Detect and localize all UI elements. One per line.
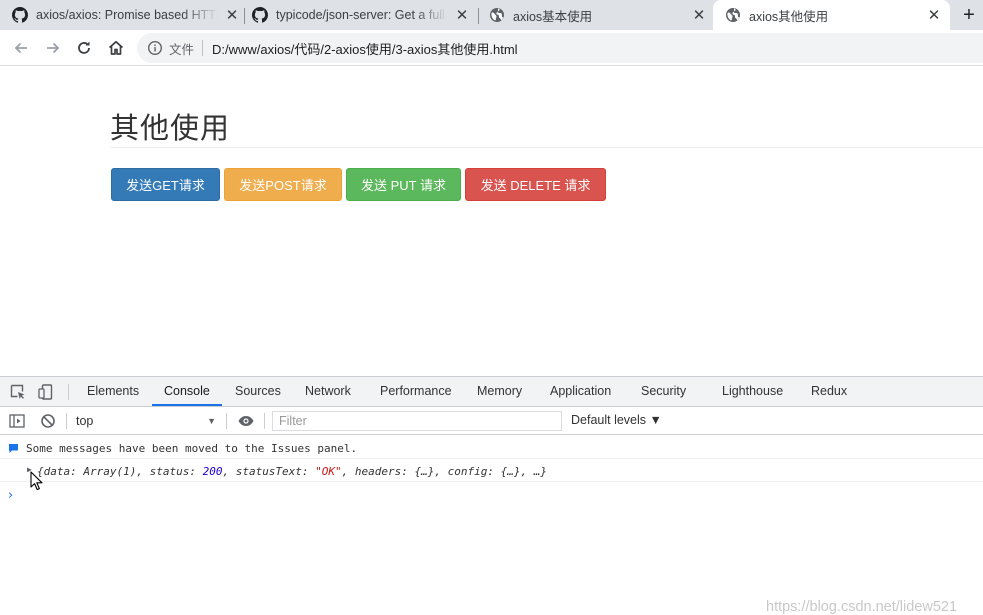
info-message-icon [9, 444, 18, 453]
tab-title: typicode/json-server: Get a full fake RE… [276, 8, 448, 22]
console-filter-input[interactable]: Filter [272, 411, 562, 431]
object-preview-suffix: , headers: {…}, config: {…}, …} [341, 465, 547, 478]
object-preview-middle: , statusText: [222, 465, 316, 478]
toolbar-divider [264, 413, 265, 429]
devtools-panel: Elements Console Sources Network Perform… [0, 376, 983, 615]
inspect-element-icon[interactable] [9, 383, 27, 401]
toolbar-divider [68, 384, 69, 400]
active-tab-indicator [152, 404, 222, 406]
info-icon [147, 40, 163, 56]
console-output: Some messages have been moved to the Iss… [0, 436, 983, 615]
devtools-tab-bar: Elements Console Sources Network Perform… [0, 377, 983, 407]
clear-console-icon[interactable] [39, 412, 57, 430]
live-expression-eye-icon[interactable] [237, 412, 255, 430]
devtools-tab-lighthouse[interactable]: Lighthouse [722, 377, 783, 406]
tab-title: axios其他使用 [749, 9, 829, 24]
send-post-button[interactable]: 发送POST请求 [224, 168, 342, 201]
close-tab-icon[interactable]: ✕ [454, 7, 470, 24]
log-levels-dropdown[interactable]: Default levels ▼ [571, 413, 662, 427]
send-delete-button[interactable]: 发送 DELETE 请求 [465, 168, 606, 201]
devtools-tab-application[interactable]: Application [550, 377, 611, 406]
console-prompt[interactable]: › [8, 488, 13, 503]
scheme-label: 文件 [169, 42, 195, 57]
home-icon [108, 40, 124, 55]
globe-icon [726, 8, 740, 22]
github-icon [252, 7, 268, 23]
devtools-tab-network[interactable]: Network [305, 377, 351, 406]
browser-toolbar: 文件 D:/www/axios/代码/2-axios使用/3-axios其他使用… [0, 30, 983, 66]
tab-axios-other-active[interactable]: axios其他使用 ✕ [713, 0, 950, 30]
tab-strip: axios/axios: Promise based HTTP client f… [0, 0, 983, 30]
forward-button[interactable] [41, 36, 65, 60]
tab-separator [478, 8, 479, 24]
console-toolbar: top ▼ Filter Default levels ▼ [0, 407, 983, 435]
status-text-value: "OK" [315, 465, 342, 478]
console-log-entry[interactable]: ▶ {data: Array(1), status: 200, statusTe… [0, 459, 983, 482]
object-preview-prefix: {data: Array(1), status: [37, 465, 203, 478]
device-toolbar-icon[interactable] [37, 383, 55, 401]
context-value: top [76, 414, 94, 428]
reload-button[interactable] [72, 36, 96, 60]
reload-icon [78, 41, 90, 54]
response-object[interactable]: {data: Array(1), status: 200, statusText… [37, 465, 547, 478]
tab-title: axios基本使用 [513, 9, 593, 24]
devtools-tab-sources[interactable]: Sources [235, 377, 281, 406]
globe-icon [490, 8, 504, 22]
send-get-button[interactable]: 发送GET请求 [111, 168, 220, 201]
tab-axios-basic[interactable]: axios基本使用 ✕ [489, 0, 707, 30]
address-url[interactable]: D:/www/axios/代码/2-axios使用/3-axios其他使用.ht… [212, 39, 518, 58]
show-sidebar-icon[interactable] [8, 412, 26, 430]
close-tab-icon[interactable]: ✕ [691, 7, 707, 24]
context-selector[interactable]: top ▼ [76, 412, 218, 430]
tab-json-server-github[interactable]: typicode/json-server: Get a full fake RE… [252, 0, 470, 30]
tab-axios-github[interactable]: axios/axios: Promise based HTTP client f… [12, 0, 240, 30]
github-icon [12, 7, 28, 23]
toolbar-divider [226, 413, 227, 429]
devtools-tab-performance[interactable]: Performance [380, 377, 452, 406]
status-value: 200 [202, 465, 223, 478]
close-tab-icon[interactable]: ✕ [224, 7, 240, 24]
close-tab-icon[interactable]: ✕ [926, 7, 942, 24]
devtools-tab-elements[interactable]: Elements [87, 377, 139, 406]
forward-arrow-icon [47, 42, 60, 54]
page-title: 其他使用 [110, 111, 231, 145]
toolbar-divider [66, 413, 67, 429]
send-put-button[interactable]: 发送 PUT 请求 [346, 168, 461, 201]
tab-separator [244, 8, 245, 24]
back-button[interactable] [9, 36, 33, 60]
issues-moved-message: Some messages have been moved to the Iss… [26, 442, 358, 455]
home-button[interactable] [104, 36, 128, 60]
mouse-cursor-icon [30, 471, 43, 491]
address-bar[interactable]: 文件 D:/www/axios/代码/2-axios使用/3-axios其他使用… [137, 33, 983, 63]
new-tab-button[interactable]: + [958, 4, 980, 26]
devtools-tab-console[interactable]: Console [164, 377, 210, 406]
tab-title: axios/axios: Promise based HTTP client f… [36, 8, 218, 22]
watermark: https://blog.csdn.net/lidew521 [766, 599, 958, 615]
address-divider [202, 40, 204, 56]
back-arrow-icon [14, 42, 27, 54]
devtools-tab-security[interactable]: Security [641, 377, 686, 406]
title-divider [110, 147, 983, 148]
devtools-tab-redux[interactable]: Redux [811, 377, 847, 406]
page-content: 其他使用 发送GET请求 发送POST请求 发送 PUT 请求 发送 DELET… [0, 67, 983, 376]
console-message: Some messages have been moved to the Iss… [0, 436, 983, 459]
devtools-tab-memory[interactable]: Memory [477, 377, 522, 406]
dropdown-arrow-icon: ▼ [207, 416, 216, 426]
